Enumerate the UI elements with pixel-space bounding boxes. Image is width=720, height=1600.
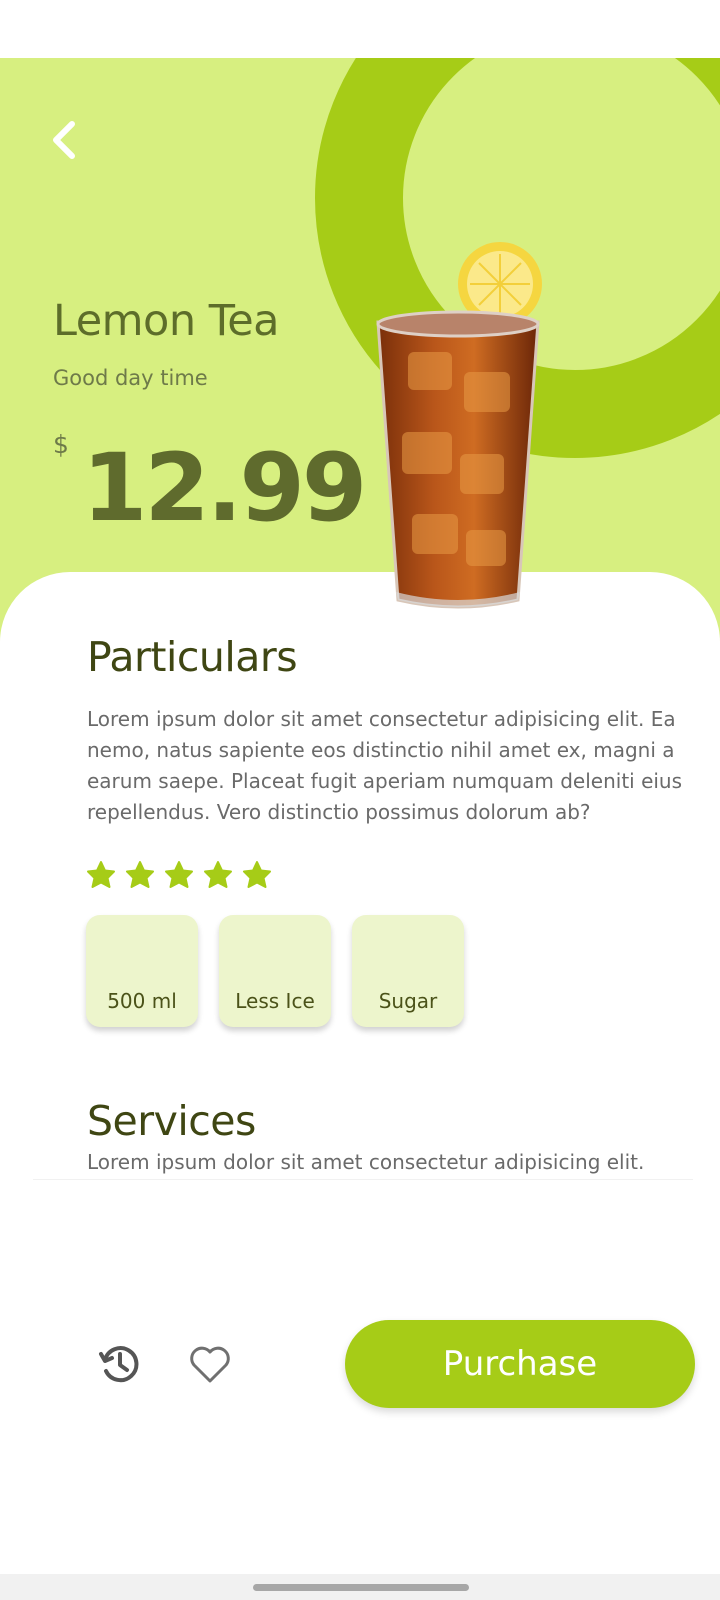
product-name: Lemon Tea bbox=[53, 296, 280, 346]
star-icon bbox=[243, 861, 271, 888]
status-bar bbox=[0, 0, 720, 58]
purchase-button[interactable]: Purchase bbox=[345, 1320, 695, 1408]
option-chip-size[interactable]: 500 ml bbox=[86, 915, 198, 1027]
option-chip-sugar[interactable]: Sugar bbox=[352, 915, 464, 1027]
divider bbox=[33, 1179, 693, 1180]
star-icon bbox=[126, 861, 154, 888]
option-chip-label: Less Ice bbox=[235, 989, 315, 1013]
services-title: Services bbox=[87, 1097, 256, 1145]
option-chip-label: 500 ml bbox=[107, 989, 177, 1013]
history-icon bbox=[99, 1346, 139, 1383]
product-image bbox=[376, 242, 542, 609]
particulars-description: Lorem ipsum dolor sit amet consectetur a… bbox=[87, 707, 683, 824]
option-chip-ice[interactable]: Less Ice bbox=[219, 915, 331, 1027]
option-chips: 500 ml Less Ice Sugar bbox=[86, 915, 464, 1027]
currency-symbol: $ bbox=[53, 430, 69, 459]
star-icon bbox=[165, 861, 193, 888]
services-description: Lorem ipsum dolor sit amet consectetur a… bbox=[87, 1150, 645, 1174]
favorite-button[interactable] bbox=[186, 1340, 234, 1388]
back-button[interactable] bbox=[44, 118, 88, 162]
option-chip-label: Sugar bbox=[378, 989, 438, 1013]
heart-icon bbox=[190, 1346, 230, 1383]
chevron-left-icon bbox=[53, 121, 75, 159]
star-rating bbox=[86, 860, 272, 890]
star-icon bbox=[204, 861, 232, 888]
product-tagline: Good day time bbox=[53, 366, 208, 390]
product-price: 12.99 bbox=[82, 434, 367, 543]
star-icon bbox=[87, 861, 115, 888]
history-button[interactable] bbox=[96, 1340, 144, 1388]
particulars-title: Particulars bbox=[87, 633, 298, 681]
home-indicator[interactable] bbox=[253, 1584, 469, 1591]
